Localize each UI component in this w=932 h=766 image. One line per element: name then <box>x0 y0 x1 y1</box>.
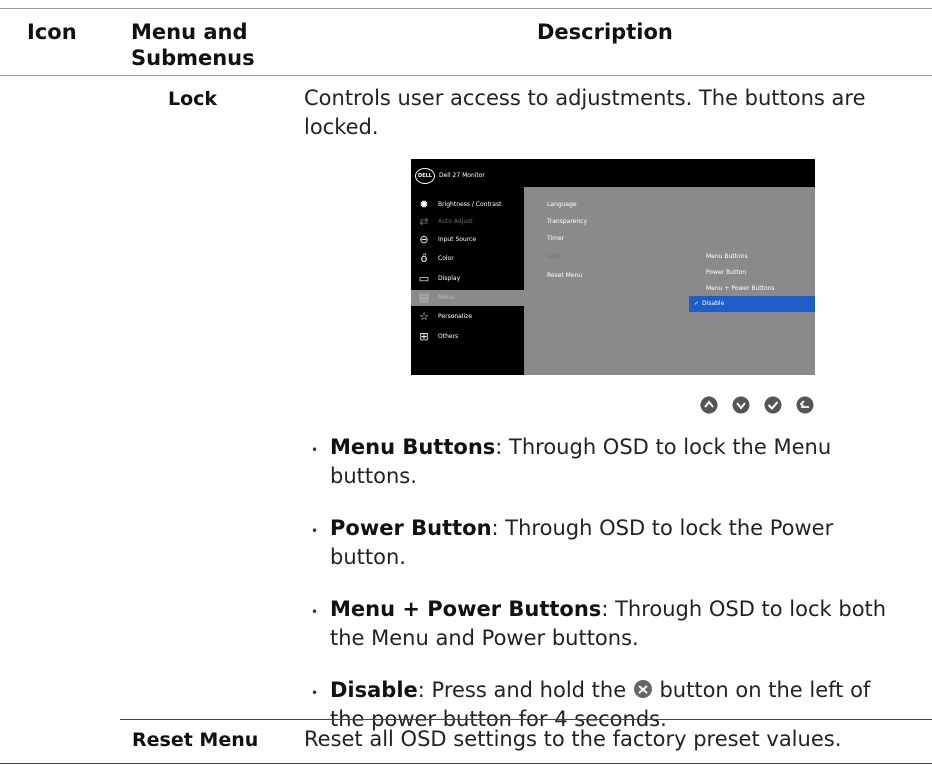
osd-menu-label: Input Source <box>438 236 477 243</box>
osd-option-menu-power-buttons[interactable]: Menu + Power Buttons <box>706 285 775 292</box>
osd-option-menu-buttons[interactable]: Menu Buttons <box>706 253 748 260</box>
osd-title: Dell 27 Monitor <box>439 172 485 179</box>
down-icon[interactable] <box>731 395 751 415</box>
osd-submenu-lock[interactable]: Lock <box>547 253 561 260</box>
bullet-text-line2: buttons. <box>330 464 417 488</box>
osd-menu-label: Auto Adjust <box>438 218 473 225</box>
reset-submenu-title: Reset Menu <box>132 729 259 751</box>
bullet-menu-buttons: Menu Buttons: Through OSD to lock the Me… <box>330 433 831 491</box>
osd-screenshot: DELL Dell 27 Monitor ✹ Brightness / Cont… <box>411 159 815 375</box>
osd-menu-label: Brightness / Contrast <box>438 201 502 208</box>
bullet-term: Menu Buttons <box>330 435 496 459</box>
osd-menu-label: Color <box>438 255 454 262</box>
osd-submenu-language[interactable]: Language <box>547 201 577 208</box>
header-bottom-rule <box>0 75 932 76</box>
bullet-term: Disable <box>330 678 418 702</box>
osd-menu-item-auto-adjust[interactable]: ⇄ Auto Adjust <box>411 214 524 230</box>
osd-submenu-transparency[interactable]: Transparency <box>547 218 587 225</box>
bullet-dot: • <box>311 605 319 619</box>
header-menu-line1: Menu and <box>131 20 248 44</box>
osd-menu-label: Others <box>438 333 459 340</box>
others-icon: ⊞ <box>419 330 429 343</box>
osd-menu-label: Display <box>438 275 461 282</box>
checkmark-icon: ✓ <box>694 300 700 307</box>
header-menu-and-submenus: Menu and Submenus <box>131 19 255 71</box>
bullet-dot: • <box>311 686 319 700</box>
color-icon: ő <box>420 252 428 265</box>
auto-adjust-icon: ⇄ <box>419 215 429 228</box>
input-source-icon: ⊖ <box>419 233 429 246</box>
osd-menu-item-display[interactable]: ▭ Display <box>411 271 524 287</box>
check-icon[interactable] <box>763 395 783 415</box>
osd-option-disable-label: Disable <box>702 300 725 307</box>
bullet-text: button on the left of <box>652 678 871 702</box>
bullet-text: : Through OSD to lock both <box>601 597 887 621</box>
bullet-text: : Press and hold the <box>417 678 633 702</box>
osd-title-band <box>524 159 815 187</box>
bullet-text-line2: button. <box>330 545 406 569</box>
osd-menu-item-brightness[interactable]: ✹ Brightness / Contrast <box>411 197 524 213</box>
bullet-dot: • <box>311 524 319 538</box>
osd-menu-item-others[interactable]: ⊞ Others <box>411 329 524 345</box>
osd-submenu-timer[interactable]: Timer <box>547 235 564 242</box>
osd-menu-item-input-source[interactable]: ⊖ Input Source <box>411 232 524 248</box>
osd-menu-item-color[interactable]: ő Color <box>411 251 524 267</box>
osd-option-power-button[interactable]: Power Button <box>706 269 746 276</box>
bullet-term: Power Button <box>330 516 492 540</box>
osd-option-disable[interactable]: ✓ Disable <box>689 296 815 312</box>
osd-menu-label: Menu <box>438 294 455 301</box>
reset-top-rule <box>120 719 932 720</box>
lock-description-line1: Controls user access to adjustments. The… <box>304 86 866 110</box>
display-icon: ▭ <box>418 272 430 285</box>
osd-submenu-reset-menu[interactable]: Reset Menu <box>547 272 582 279</box>
bullet-term: Menu + Power Buttons <box>330 597 602 621</box>
osd-menu-label: Personalize <box>438 313 473 320</box>
dell-logo: DELL <box>415 168 435 184</box>
bullet-menu-power-buttons: Menu + Power Buttons: Through OSD to loc… <box>330 595 886 653</box>
bullet-dot: • <box>311 443 319 457</box>
header-icon: Icon <box>27 20 77 44</box>
header-description: Description <box>537 20 673 44</box>
lock-description: Controls user access to adjustments. The… <box>304 84 866 142</box>
bullet-text: : Through OSD to lock the Menu <box>495 435 832 459</box>
reset-description: Reset all OSD settings to the factory pr… <box>304 727 842 751</box>
lock-submenu-title: Lock <box>168 88 218 110</box>
up-icon[interactable] <box>699 395 719 415</box>
bullet-text-line2: the Menu and Power buttons. <box>330 626 639 650</box>
bullet-power-button: Power Button: Through OSD to lock the Po… <box>330 514 833 572</box>
brightness-icon: ✹ <box>419 198 429 211</box>
header-menu-line2: Submenus <box>131 46 255 70</box>
bullet-text: : Through OSD to lock the Power <box>491 516 834 540</box>
lock-description-line2: locked. <box>304 115 379 139</box>
osd-menu-item-personalize[interactable]: ☆ Personalize <box>411 309 524 325</box>
table-top-rule <box>0 8 932 9</box>
table-bottom-rule <box>0 763 932 764</box>
back-icon[interactable] <box>795 395 815 415</box>
down-icon <box>633 680 652 698</box>
personalize-icon: ☆ <box>419 310 429 323</box>
osd-menu-item-menu[interactable]: ▤ Menu <box>411 290 524 306</box>
menu-icon: ▤ <box>418 291 430 304</box>
